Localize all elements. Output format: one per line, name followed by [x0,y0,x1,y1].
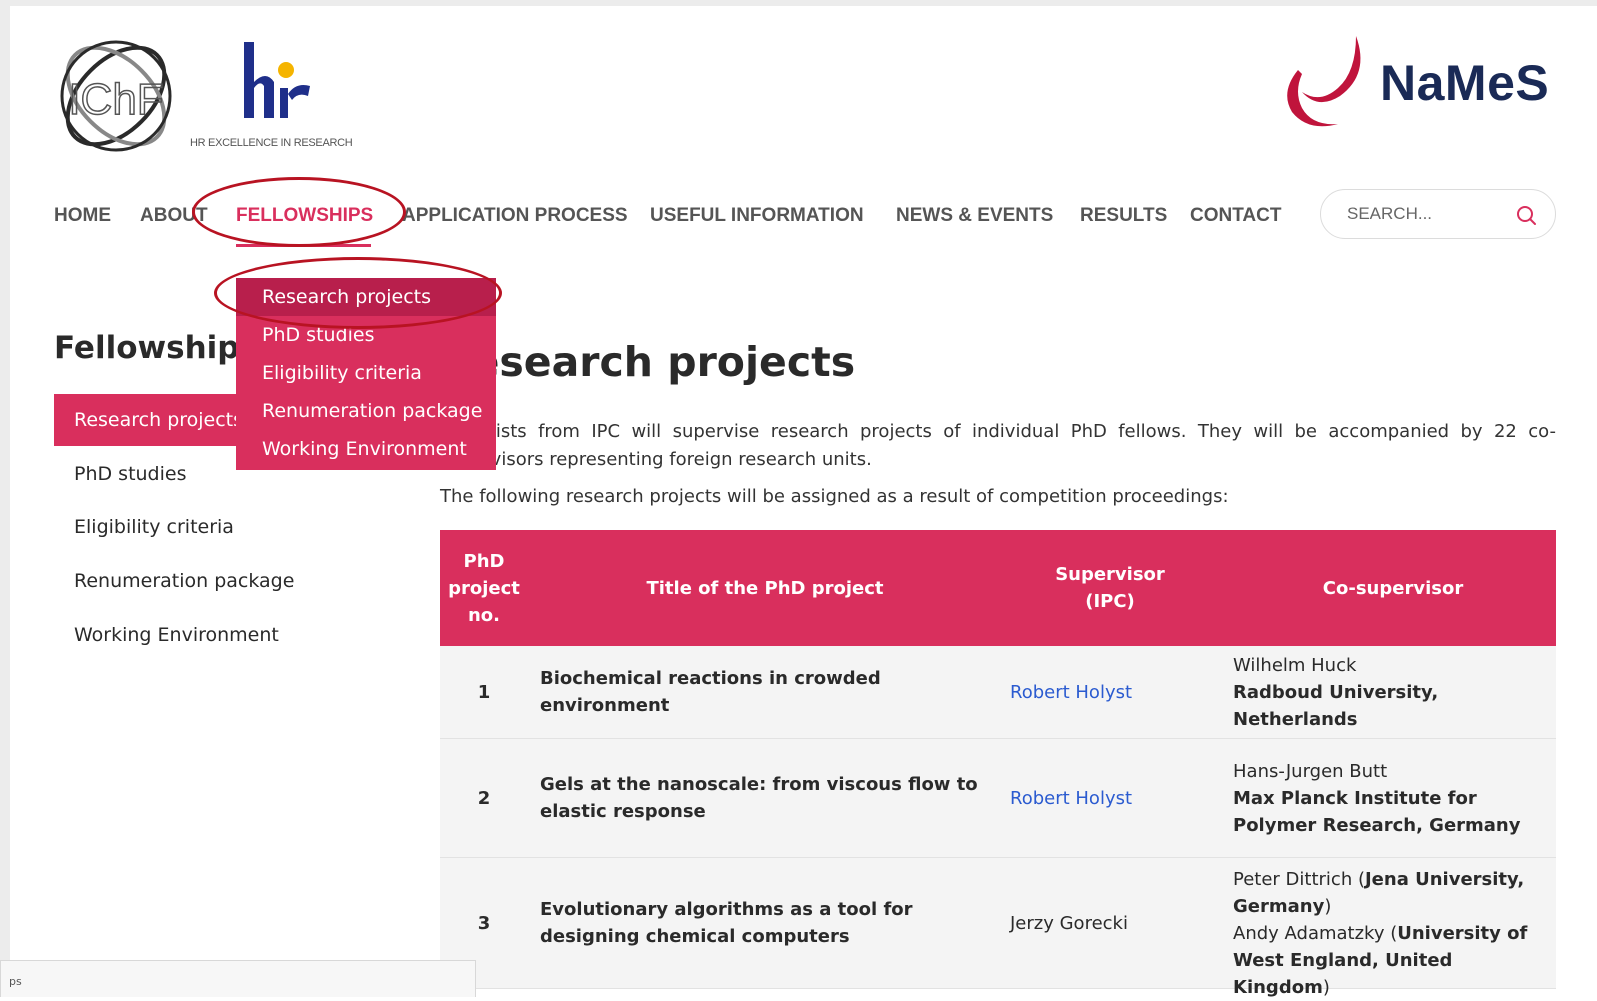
row-title: Gels at the nanoscale: from viscous flow… [540,774,978,822]
dropdown-item-research-projects[interactable]: Research projects [236,278,496,316]
intro-paragraph: Scientists from IPC will supervise resea… [440,421,1556,470]
table-header: PhD project no. Title of the PhD project… [440,530,1556,646]
nav-results[interactable]: RESULTS [1080,205,1167,227]
nav-news-events[interactable]: NEWS & EVENTS [896,205,1053,227]
names-wordmark: NaMeS [1380,55,1550,111]
cosupervisor-institution: Radboud University, Netherlands [1233,681,1439,730]
hr-excellence-logo[interactable]: HR EXCELLENCE IN RESEARCH [190,38,370,158]
window-frame-top [0,0,1597,6]
status-bar: ps [0,960,476,997]
dropdown-item-working-environment[interactable]: Working Environment [236,430,496,468]
dropdown-item-renumeration-package[interactable]: Renumeration package [236,392,496,430]
search-input[interactable]: SEARCH... [1320,189,1556,239]
cosupervisor-institution: Max Planck Institute for Polymer Researc… [1233,787,1521,836]
header-title: Title of the PhD project [646,577,884,599]
sidebar-item-eligibility-criteria[interactable]: Eligibility criteria [54,501,434,553]
nav-useful-information[interactable]: USEFUL INFORMATION [650,205,864,227]
row-number: 2 [477,787,491,809]
row-title: Biochemical reactions in crowded environ… [540,668,881,716]
sidebar-item-renumeration-package[interactable]: Renumeration package [54,555,434,607]
header-cosupervisor: Co-supervisor [1322,577,1464,599]
header-supervisor: Supervisor (IPC) [1055,564,1165,612]
sidebar-item-working-environment[interactable]: Working Environment [54,609,434,661]
cosupervisor-name: Hans-Jurgen Butt [1233,760,1388,782]
sidebar-title: Fellowships [54,330,258,366]
nav-application-process[interactable]: APPLICATION PROCESS [402,205,628,227]
search-icon[interactable] [1515,204,1537,226]
page-title: Research projects [440,338,856,386]
cosupervisor-name: Andy Adamatzky [1233,923,1385,944]
hr-caption: HR EXCELLENCE IN RESEARCH [190,137,353,149]
row-title: Evolutionary algorithms as a tool for de… [540,899,913,947]
lead-paragraph: The following research projects will be … [440,486,1229,507]
nav-fellowships[interactable]: FELLOWSHIPS [236,205,373,227]
nav-about[interactable]: ABOUT [140,205,208,227]
names-mark-icon [1287,36,1361,127]
window-frame-left [0,0,10,997]
search-placeholder: SEARCH... [1347,204,1433,223]
dropdown-item-phd-studies[interactable]: PhD studies [236,316,496,354]
status-text: ps [9,975,22,988]
cosupervisor-name: Wilhelm Huck [1233,654,1357,676]
dropdown-item-eligibility-criteria[interactable]: Eligibility criteria [236,354,496,392]
row-supervisor-link[interactable]: Robert Holyst [1010,646,1220,738]
row-cosupervisor: Wilhelm Huck Radboud University, Netherl… [1233,646,1553,738]
table-row: 2 Gels at the nanoscale: from viscous fl… [440,739,1556,858]
nav-contact[interactable]: CONTACT [1190,205,1281,227]
header-project-no: PhD project no. [448,550,520,626]
row-number: 1 [477,681,491,703]
nav-home[interactable]: HOME [54,205,111,227]
fellowships-dropdown: Research projects PhD studies Eligibilit… [236,278,496,470]
table-row: 1 Biochemical reactions in crowded envir… [440,646,1556,739]
row-cosupervisor: Peter Dittrich (Jena University, Germany… [1233,869,1528,998]
row-supervisor: Jerzy Gorecki [1010,912,1128,934]
cosupervisor-name: Peter Dittrich [1233,869,1353,890]
row-cosupervisor: Hans-Jurgen Butt Max Planck Institute fo… [1233,739,1553,857]
table-row: 3 Evolutionary algorithms as a tool for … [440,858,1556,998]
row-supervisor-link[interactable]: Robert Holyst [1010,739,1220,857]
names-logo[interactable]: NaMeS [1278,34,1578,134]
svg-text:IChF: IChF [68,75,163,124]
ichf-logo[interactable]: IChF [52,32,180,160]
nav-active-underline [236,244,371,247]
hr-mark-icon [244,42,310,118]
